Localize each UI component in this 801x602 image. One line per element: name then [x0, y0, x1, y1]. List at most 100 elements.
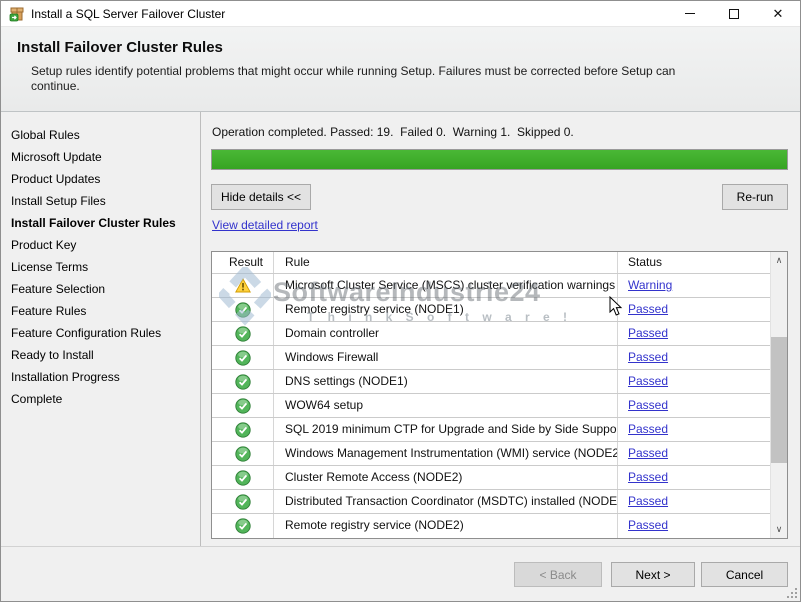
operation-status-text: Operation completed. Passed: 19. Failed …	[212, 125, 574, 139]
scroll-up-icon[interactable]: ∧	[771, 252, 787, 269]
table-row: Remote registry service (NODE2) Passed	[212, 514, 770, 538]
table-row: SQL 2019 minimum CTP for Upgrade and Sid…	[212, 418, 770, 442]
table-row: Windows Management Instrumentation (WMI)…	[212, 442, 770, 466]
rule-cell: DNS settings (NODE1)	[274, 370, 618, 393]
status-link[interactable]: Passed	[618, 346, 668, 369]
result-cell	[212, 298, 274, 321]
passed-icon	[235, 374, 251, 390]
status-link[interactable]: Passed	[618, 490, 668, 513]
rule-cell: Remote registry service (NODE1)	[274, 298, 618, 321]
status-link[interactable]: Passed	[618, 418, 668, 441]
table-row: Cluster Remote Access (NODE2) Passed	[212, 466, 770, 490]
close-button[interactable]: ✕	[756, 1, 800, 26]
status-cell: Passed	[618, 346, 770, 369]
resize-grip[interactable]	[787, 588, 797, 598]
scroll-down-icon[interactable]: ∨	[771, 521, 787, 538]
passed-icon	[235, 470, 251, 486]
passed-icon	[235, 446, 251, 462]
minimize-icon	[685, 13, 695, 14]
passed-icon	[235, 302, 251, 318]
table-row: WOW64 setup Passed	[212, 394, 770, 418]
next-button[interactable]: Next >	[611, 562, 695, 587]
result-cell	[212, 346, 274, 369]
app-icon	[9, 6, 25, 22]
status-cell: Passed	[618, 298, 770, 321]
sidebar-item[interactable]: Product Key	[1, 234, 200, 256]
warning-icon	[235, 278, 251, 294]
maximize-button[interactable]	[712, 1, 756, 26]
rule-cell: Windows Management Instrumentation (WMI)…	[274, 442, 618, 465]
cancel-button[interactable]: Cancel	[701, 562, 788, 587]
wizard-header: Install Failover Cluster Rules Setup rul…	[1, 27, 800, 112]
sidebar-item[interactable]: License Terms	[1, 256, 200, 278]
column-header-result: Result	[212, 252, 274, 273]
rerun-button[interactable]: Re-run	[722, 184, 788, 210]
status-cell: Passed	[618, 442, 770, 465]
status-cell: Passed	[618, 370, 770, 393]
result-cell	[212, 274, 274, 297]
status-link[interactable]: Passed	[618, 514, 668, 537]
rule-cell: Remote registry service (NODE2)	[274, 514, 618, 538]
hide-details-button[interactable]: Hide details <<	[211, 184, 311, 210]
sidebar-item[interactable]: Complete	[1, 388, 200, 410]
footer-divider	[1, 546, 800, 547]
page-description: Setup rules identify potential problems …	[1, 56, 681, 94]
column-header-status: Status	[618, 252, 770, 273]
sidebar-item[interactable]: Microsoft Update	[1, 146, 200, 168]
main-content: Operation completed. Passed: 19. Failed …	[211, 112, 789, 546]
sidebar-item[interactable]: Feature Selection	[1, 278, 200, 300]
minimize-button[interactable]	[668, 1, 712, 26]
window-title: Install a SQL Server Failover Cluster	[31, 7, 225, 21]
table-row: Distributed Transaction Coordinator (MSD…	[212, 490, 770, 514]
back-button[interactable]: < Back	[514, 562, 602, 587]
status-link[interactable]: Passed	[618, 442, 668, 465]
sidebar-item[interactable]: Ready to Install	[1, 344, 200, 366]
scrollbar-track[interactable]	[771, 269, 787, 521]
column-header-rule: Rule	[274, 252, 618, 273]
table-scrollbar[interactable]: ∧ ∨	[770, 252, 787, 538]
rule-cell: Cluster Remote Access (NODE2)	[274, 466, 618, 489]
sidebar-item[interactable]: Install Failover Cluster Rules	[1, 212, 200, 234]
passed-icon	[235, 326, 251, 342]
sidebar-item[interactable]: Installation Progress	[1, 366, 200, 388]
result-cell	[212, 394, 274, 417]
progress-bar	[211, 149, 788, 170]
table-row: Windows Firewall Passed	[212, 346, 770, 370]
table-row: Microsoft Cluster Service (MSCS) cluster…	[212, 274, 770, 298]
sidebar-item[interactable]: Install Setup Files	[1, 190, 200, 212]
sidebar-item[interactable]: Product Updates	[1, 168, 200, 190]
sidebar-item[interactable]: Feature Rules	[1, 300, 200, 322]
progress-bar-fill	[212, 150, 787, 169]
sidebar-nav: Global RulesMicrosoft UpdateProduct Upda…	[1, 112, 201, 546]
result-cell	[212, 490, 274, 513]
rule-cell: Microsoft Cluster Service (MSCS) cluster…	[274, 274, 618, 297]
passed-icon	[235, 398, 251, 414]
view-detailed-report-link[interactable]: View detailed report	[212, 218, 318, 232]
rule-cell: SQL 2019 minimum CTP for Upgrade and Sid…	[274, 418, 618, 441]
maximize-icon	[729, 9, 739, 19]
rule-cell: Windows Firewall	[274, 346, 618, 369]
status-cell: Passed	[618, 418, 770, 441]
rule-cell: WOW64 setup	[274, 394, 618, 417]
rules-table-body: Microsoft Cluster Service (MSCS) cluster…	[212, 274, 770, 538]
sidebar-item[interactable]: Global Rules	[1, 124, 200, 146]
result-cell	[212, 370, 274, 393]
passed-icon	[235, 422, 251, 438]
status-link[interactable]: Passed	[618, 466, 668, 489]
status-link[interactable]: Passed	[618, 394, 668, 417]
table-header-row: Result Rule Status	[212, 252, 770, 274]
status-cell: Passed	[618, 490, 770, 513]
result-cell	[212, 514, 274, 538]
result-cell	[212, 442, 274, 465]
rules-table: Result Rule Status	[211, 251, 788, 539]
passed-icon	[235, 350, 251, 366]
status-link[interactable]: Passed	[618, 370, 668, 393]
status-link[interactable]: Warning	[618, 274, 672, 297]
status-cell: Passed	[618, 514, 770, 538]
status-link[interactable]: Passed	[618, 322, 668, 345]
scrollbar-thumb[interactable]	[771, 337, 787, 463]
sidebar-item[interactable]: Feature Configuration Rules	[1, 322, 200, 344]
status-link[interactable]: Passed	[618, 298, 668, 321]
result-cell	[212, 418, 274, 441]
table-row: Domain controller Passed	[212, 322, 770, 346]
